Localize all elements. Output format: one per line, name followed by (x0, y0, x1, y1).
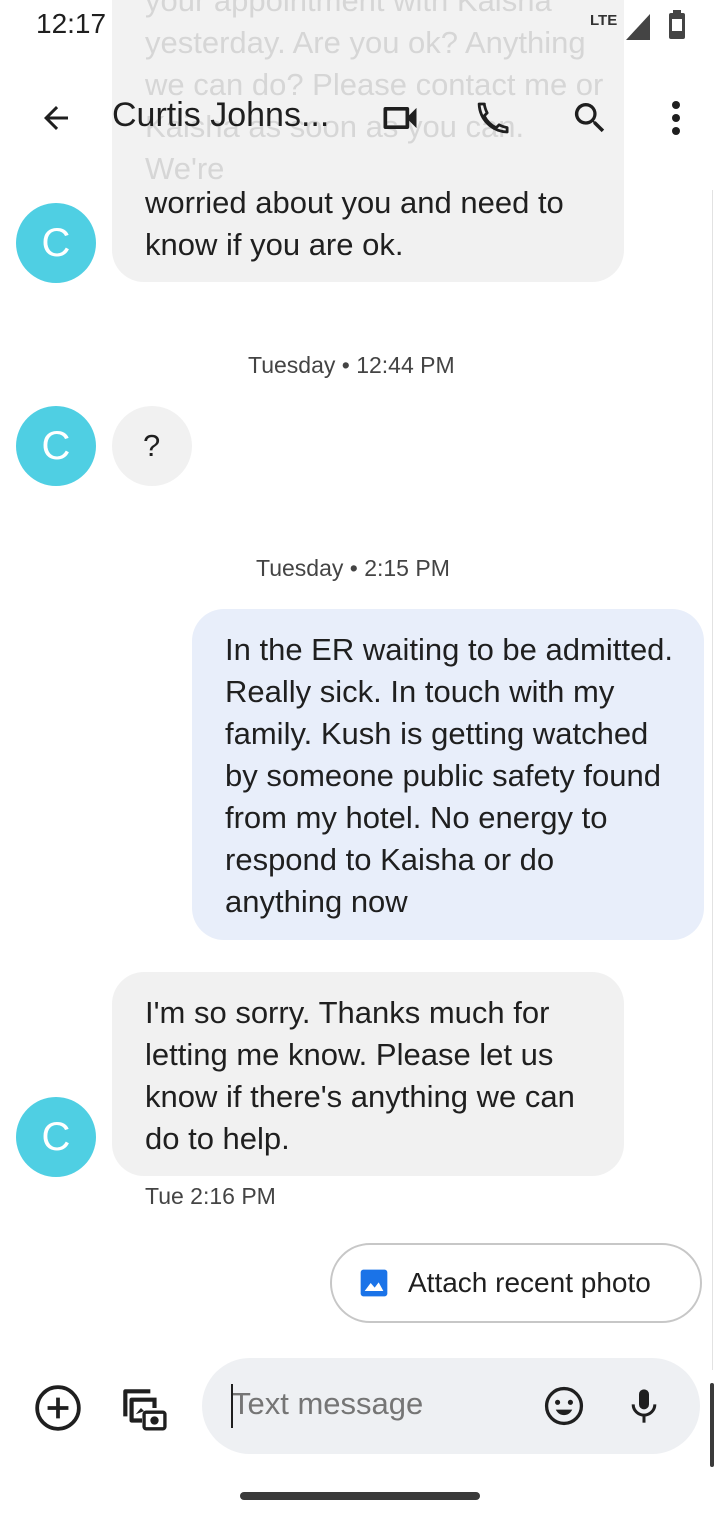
message-composer[interactable] (202, 1358, 700, 1454)
voice-call-button[interactable] (468, 92, 520, 144)
gallery-button[interactable] (116, 1382, 168, 1434)
video-camera-icon (383, 107, 417, 129)
status-time: 12:17 (36, 8, 107, 39)
gallery-camera-icon (123, 1389, 167, 1431)
emoji-button[interactable] (538, 1380, 590, 1432)
timestamp-divider: Tuesday • 12:44 PM (248, 352, 455, 378)
message-text: I'm so sorry. Thanks much for letting me… (145, 995, 575, 1156)
video-call-button[interactable] (374, 92, 426, 144)
attach-recent-photo-chip[interactable]: Attach recent photo (330, 1243, 702, 1323)
photo-icon (360, 1269, 388, 1297)
avatar[interactable]: C (16, 406, 96, 486)
network-type: LTE (590, 12, 618, 29)
more-options-button[interactable] (656, 92, 696, 144)
phone-icon (477, 102, 509, 134)
battery-icon (669, 10, 685, 39)
scrolled-message-text: your appointment with Kaisha yesterday. … (145, 0, 604, 180)
more-vert-icon (672, 101, 680, 135)
scrolled-message-fragment: your appointment with Kaisha yesterday. … (112, 0, 624, 180)
message-text: ? (143, 428, 161, 463)
message-bubble-incoming[interactable]: worried about you and need to know if yo… (112, 180, 624, 282)
search-icon (574, 103, 605, 133)
message-bubble-incoming[interactable]: I'm so sorry. Thanks much for letting me… (112, 972, 624, 1176)
home-indicator[interactable] (240, 1492, 480, 1500)
text-cursor (231, 1384, 233, 1428)
message-text: worried about you and need to know if yo… (145, 185, 564, 262)
message-bubble-outgoing[interactable]: In the ER waiting to be admitted. Really… (192, 609, 704, 940)
emoji-icon (544, 1386, 584, 1426)
scroll-track (712, 190, 713, 1370)
text-message-input[interactable] (232, 1386, 522, 1422)
scrollbar[interactable] (710, 1383, 714, 1467)
search-button[interactable] (564, 92, 616, 144)
message-text: In the ER waiting to be admitted. Really… (225, 632, 674, 919)
arrow-back-icon (44, 106, 68, 130)
add-circle-icon (35, 1385, 81, 1431)
back-button[interactable] (30, 90, 82, 146)
message-bubble-incoming[interactable]: ? (112, 406, 192, 486)
timestamp-divider: Tuesday • 2:15 PM (256, 555, 450, 581)
voice-input-button[interactable] (620, 1380, 668, 1432)
message-time: Tue 2:16 PM (145, 1183, 276, 1209)
signal-icon (626, 14, 650, 40)
attach-recent-photo-label: Attach recent photo (408, 1267, 651, 1298)
avatar[interactable]: C (16, 203, 96, 283)
add-attachment-button[interactable] (32, 1382, 84, 1434)
avatar[interactable]: C (16, 1097, 96, 1177)
microphone-icon (631, 1389, 657, 1423)
contact-name[interactable]: Curtis Johns... (112, 96, 329, 135)
